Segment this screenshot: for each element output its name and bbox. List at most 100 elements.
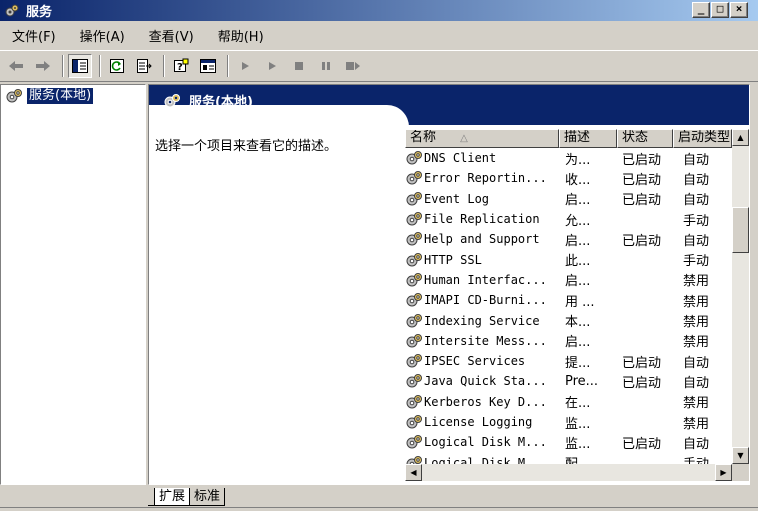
forward-arrow-icon[interactable] <box>31 54 55 78</box>
export-list-icon[interactable] <box>132 54 156 78</box>
menu-file[interactable]: 文件(F) <box>4 24 64 47</box>
service-status: 已启动 <box>622 436 662 452</box>
column-header-desc[interactable]: 描述 <box>559 129 617 148</box>
start-alt-icon[interactable] <box>260 54 284 78</box>
service-name-cell: Intersite Mess... <box>405 333 559 349</box>
service-row[interactable]: Human Interfac... 启... 禁用 <box>405 270 732 290</box>
service-name-cell: Indexing Service <box>405 313 559 329</box>
service-row[interactable]: Kerberos Key D... 在... 禁用 <box>405 392 732 412</box>
service-row[interactable]: Event Log 启... 已启动 自动 <box>405 189 732 209</box>
service-name: File Replication <box>424 212 540 227</box>
service-startup: 禁用 <box>683 335 710 351</box>
description-text: 选择一个项目来查看它的描述。 <box>155 139 338 154</box>
scroll-right-icon[interactable]: ▶ <box>715 464 732 481</box>
pause-icon[interactable] <box>314 54 338 78</box>
properties-icon[interactable] <box>196 54 220 78</box>
panel-title-text: 服务(本地) <box>189 95 253 110</box>
service-desc: 启... <box>565 274 591 290</box>
service-name: Indexing Service <box>424 313 540 328</box>
vertical-scrollbar[interactable]: ▲ ▼ <box>732 129 749 464</box>
help-icon[interactable]: ? <box>169 54 193 78</box>
service-gear-icon <box>406 191 422 206</box>
service-desc: 此... <box>565 254 591 270</box>
service-gear-icon <box>406 333 422 348</box>
menu-view[interactable]: 查看(V) <box>141 24 202 47</box>
column-header-name[interactable]: 名称 △ <box>405 129 559 148</box>
restart-icon[interactable] <box>341 54 365 78</box>
view-tabs: 扩展 标准 <box>148 486 226 506</box>
service-name-cell: File Replication <box>405 211 559 227</box>
service-name: Error Reportin... <box>424 171 547 186</box>
service-row[interactable]: DNS Client 为... 已启动 自动 <box>405 148 732 168</box>
service-status: 已启动 <box>622 233 662 249</box>
services-gear-icon <box>3 3 21 19</box>
service-row[interactable]: Intersite Mess... 启... 禁用 <box>405 331 732 351</box>
start-icon[interactable] <box>233 54 257 78</box>
service-desc: 启... <box>565 233 591 249</box>
service-row[interactable]: Java Quick Sta... Pre... 已启动 自动 <box>405 371 732 391</box>
service-gear-icon <box>406 455 422 464</box>
service-name: Intersite Mess... <box>424 333 547 348</box>
service-startup: 禁用 <box>683 274 710 290</box>
service-gear-icon <box>406 394 422 409</box>
service-row[interactable]: File Replication 允... 手动 <box>405 209 732 229</box>
service-row[interactable]: HTTP SSL 此... 手动 <box>405 249 732 269</box>
service-name: Help and Support <box>424 232 540 247</box>
refresh-icon[interactable] <box>105 54 129 78</box>
tab-standard[interactable]: 标准 <box>190 488 226 506</box>
service-name-cell: Event Log <box>405 191 559 207</box>
service-name-cell: Error Reportin... <box>405 170 559 186</box>
service-row[interactable]: Help and Support 启... 已启动 自动 <box>405 229 732 249</box>
service-startup: 禁用 <box>683 396 710 412</box>
service-row[interactable]: IMAPI CD-Burni... 用 ... 禁用 <box>405 290 732 310</box>
service-row[interactable]: IPSEC Services 提... 已启动 自动 <box>405 351 732 371</box>
service-desc: 用 ... <box>565 294 595 310</box>
service-name: IPSEC Services <box>424 354 526 369</box>
tab-extended[interactable]: 扩展 <box>154 488 191 506</box>
service-name: Event Log <box>424 191 490 206</box>
service-row[interactable]: Logical Disk M... 监... 已启动 自动 <box>405 432 732 452</box>
service-desc: 监... <box>565 416 591 432</box>
service-name-cell: Logical Disk M... <box>405 455 559 464</box>
toolbar-separator <box>99 55 101 77</box>
menu-action[interactable]: 操作(A) <box>72 24 133 47</box>
service-row[interactable]: Logical Disk M... 配... 手动 <box>405 452 732 464</box>
tree-item-services-local[interactable]: 服务(本地) <box>5 88 94 104</box>
stop-icon[interactable] <box>287 54 311 78</box>
details-pane: 服务(本地) 选择一个项目来查看它的描述。 名称 △ 描述 状态 启动类型 DN… <box>148 84 750 485</box>
service-desc: Pre... <box>565 373 599 389</box>
service-row[interactable]: Error Reportin... 收... 已启动 自动 <box>405 168 732 188</box>
vertical-scroll-thumb[interactable] <box>732 207 749 253</box>
service-name: HTTP SSL <box>424 252 482 267</box>
service-gear-icon <box>406 293 422 307</box>
scroll-left-icon[interactable]: ◀ <box>405 464 422 481</box>
service-gear-icon <box>406 171 422 185</box>
close-button[interactable]: × <box>730 2 748 18</box>
service-name-cell: HTTP SSL <box>405 252 559 268</box>
service-row[interactable]: License Logging 监... 禁用 <box>405 412 732 432</box>
minimize-button[interactable]: _ <box>692 2 710 18</box>
service-gear-icon <box>406 415 422 429</box>
service-name: Kerberos Key D... <box>424 394 547 409</box>
service-desc: 启... <box>565 335 591 351</box>
service-gear-icon <box>406 435 422 449</box>
service-row[interactable]: Indexing Service 本... 禁用 <box>405 310 732 330</box>
horizontal-scrollbar[interactable]: ◀ ▶ <box>405 464 732 481</box>
show-hide-tree-icon[interactable] <box>68 54 92 78</box>
service-status: 已启动 <box>622 375 662 391</box>
service-desc: 配... <box>559 453 619 464</box>
scroll-up-icon[interactable]: ▲ <box>732 129 749 146</box>
service-startup: 自动 <box>683 152 710 168</box>
column-header-status[interactable]: 状态 <box>617 129 673 148</box>
maximize-button[interactable]: □ <box>711 2 729 18</box>
toolbar: ? <box>0 50 758 82</box>
service-startup: 手动 <box>683 254 710 270</box>
service-gear-icon <box>406 212 422 226</box>
service-name: Logical Disk M... <box>424 455 547 464</box>
scroll-down-icon[interactable]: ▼ <box>732 447 749 464</box>
status-bar <box>0 507 758 511</box>
service-gear-icon <box>406 252 422 267</box>
menu-help[interactable]: 帮助(H) <box>210 24 272 47</box>
back-arrow-icon[interactable] <box>4 54 28 78</box>
column-header-startup[interactable]: 启动类型 <box>673 129 732 148</box>
